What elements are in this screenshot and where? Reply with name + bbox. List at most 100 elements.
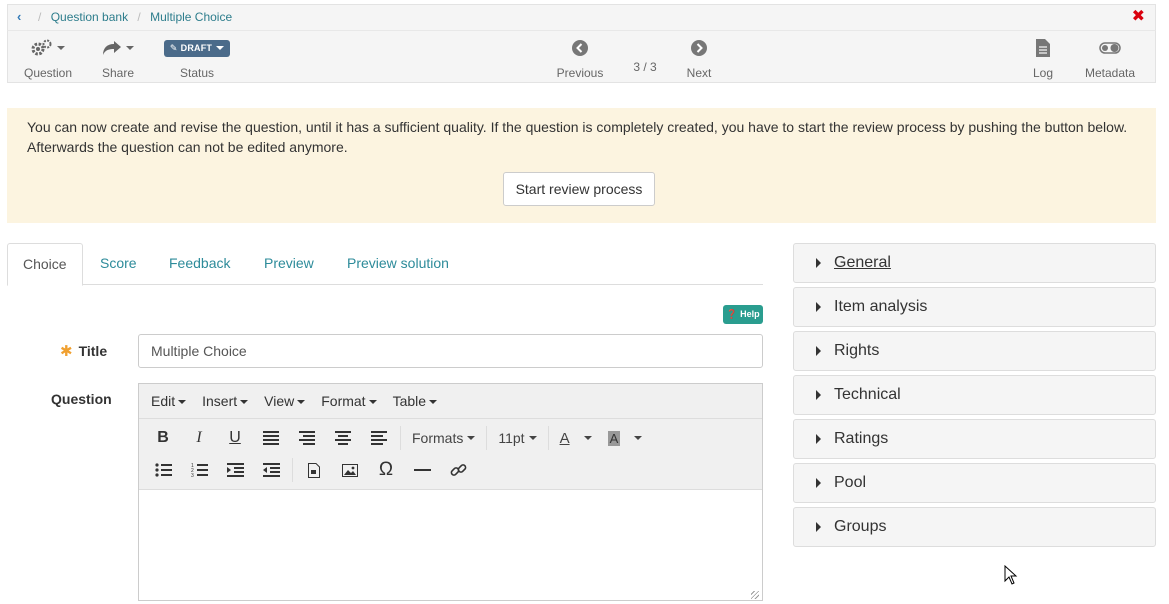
- status-badge-label: DRAFT: [180, 43, 213, 53]
- accordion-rights-label: Rights: [834, 342, 880, 359]
- question-tabs: Choice Score Feedback Preview Preview so…: [7, 243, 763, 286]
- log-label: Log: [1032, 66, 1054, 80]
- question-menu-button[interactable]: Question: [23, 37, 73, 80]
- pencil-icon: ✎: [169, 42, 178, 53]
- tab-score[interactable]: Score: [85, 243, 152, 285]
- outdent-icon[interactable]: [253, 456, 289, 484]
- indent-icon[interactable]: [217, 456, 253, 484]
- accordion-ratings-label: Ratings: [834, 430, 889, 447]
- underline-icon[interactable]: U: [217, 424, 253, 452]
- svg-text:3: 3: [191, 473, 194, 477]
- align-center-icon[interactable]: [325, 424, 361, 452]
- breadcrumb-question-bank-link[interactable]: Question bank: [51, 10, 128, 24]
- pager-text: 3 / 3: [633, 60, 657, 74]
- format-menu[interactable]: Format: [313, 393, 384, 409]
- table-menu-label: Table: [392, 393, 427, 409]
- tab-preview-solution[interactable]: Preview solution: [332, 243, 464, 285]
- log-button[interactable]: Log: [1028, 37, 1058, 80]
- align-right-icon[interactable]: [289, 424, 325, 452]
- help-label: Help: [740, 309, 760, 319]
- breadcrumb-separator: /: [38, 10, 42, 24]
- insert-image-icon[interactable]: [332, 456, 368, 484]
- start-review-button[interactable]: Start review process: [503, 172, 655, 206]
- accordion-general[interactable]: General: [793, 243, 1156, 283]
- toolbar-divider: [486, 426, 488, 450]
- view-menu-label: View: [264, 393, 295, 409]
- align-justify-icon[interactable]: [253, 424, 289, 452]
- edit-menu[interactable]: Edit: [143, 393, 194, 409]
- resize-handle-icon[interactable]: [751, 591, 759, 599]
- title-input[interactable]: [138, 334, 763, 368]
- next-circle-icon: [683, 37, 715, 59]
- back-chevron-icon[interactable]: ‹: [17, 9, 21, 24]
- background-color-icon: A: [607, 430, 621, 446]
- accordion-item-analysis[interactable]: Item analysis: [793, 287, 1156, 327]
- breadcrumb-separator: /: [137, 10, 141, 24]
- question-field-label: Question: [51, 391, 112, 407]
- numbered-list-icon[interactable]: 123: [181, 456, 217, 484]
- share-menu-button[interactable]: Share: [96, 37, 140, 80]
- previous-label: Previous: [556, 66, 604, 80]
- accordion-item-analysis-label: Item analysis: [834, 298, 928, 315]
- editor-toolbar-row-1: B I U Formats 11pt A A: [139, 422, 762, 454]
- horizontal-line-icon[interactable]: [404, 456, 440, 484]
- accordion-groups[interactable]: Groups: [793, 507, 1156, 547]
- document-icon: [1028, 37, 1058, 59]
- toolbar-divider: [400, 426, 401, 450]
- insert-menu[interactable]: Insert: [194, 393, 256, 409]
- question-circle-icon: ❓: [726, 309, 738, 319]
- question-toolbar: Question Share ✎ DRAFT Status Previous 3…: [7, 30, 1156, 83]
- metadata-label: Metadata: [1084, 66, 1136, 80]
- breadcrumb-multiple-choice-link[interactable]: Multiple Choice: [150, 10, 232, 24]
- background-color-button[interactable]: A: [600, 430, 651, 446]
- question-label: Question: [23, 66, 73, 80]
- text-color-icon: A: [559, 429, 570, 447]
- insert-media-icon[interactable]: [296, 456, 332, 484]
- insert-menu-label: Insert: [202, 393, 238, 409]
- accordion-general-label: General: [834, 254, 891, 271]
- breadcrumb: / Question bank / Multiple Choice: [38, 10, 232, 24]
- bold-icon[interactable]: B: [145, 424, 181, 452]
- mouse-cursor-icon: [1004, 565, 1018, 585]
- tab-preview[interactable]: Preview: [249, 243, 329, 285]
- previous-circle-icon: [554, 37, 606, 59]
- caret-right-icon: [816, 302, 821, 312]
- accordion-rights[interactable]: Rights: [793, 331, 1156, 371]
- align-left-icon[interactable]: [361, 424, 397, 452]
- font-size-dropdown[interactable]: 11pt: [490, 430, 544, 446]
- tab-choice[interactable]: Choice: [7, 243, 83, 286]
- formats-dropdown[interactable]: Formats: [404, 430, 483, 446]
- accordion-pool[interactable]: Pool: [793, 463, 1156, 503]
- toggle-icon: [1081, 37, 1139, 59]
- caret-right-icon: [816, 434, 821, 444]
- status-menu-button[interactable]: ✎ DRAFT Status: [161, 37, 233, 80]
- text-color-button[interactable]: A: [552, 430, 600, 447]
- special-character-icon[interactable]: Ω: [368, 456, 404, 484]
- accordion-technical[interactable]: Technical: [793, 375, 1156, 415]
- title-field-label: ✱ Title: [60, 342, 107, 360]
- accordion-ratings[interactable]: Ratings: [793, 419, 1156, 459]
- share-label: Share: [101, 66, 135, 80]
- bullet-list-icon[interactable]: [145, 456, 181, 484]
- help-button[interactable]: ❓ Help: [723, 305, 763, 324]
- view-menu[interactable]: View: [256, 393, 313, 409]
- caret-right-icon: [816, 390, 821, 400]
- close-icon[interactable]: ✖: [1132, 8, 1145, 26]
- editor-content-area[interactable]: [139, 490, 762, 602]
- next-button[interactable]: Next: [683, 37, 715, 80]
- status-badge[interactable]: ✎ DRAFT: [163, 39, 231, 57]
- accordion-groups-label: Groups: [834, 518, 887, 535]
- required-star-icon: ✱: [60, 343, 73, 360]
- review-notice: You can now create and revise the questi…: [7, 108, 1156, 223]
- metadata-toggle[interactable]: Metadata: [1081, 37, 1139, 80]
- italic-icon[interactable]: I: [181, 424, 217, 452]
- link-icon[interactable]: [440, 456, 476, 484]
- previous-button[interactable]: Previous: [554, 37, 606, 80]
- accordion-technical-label: Technical: [834, 386, 901, 403]
- toolbar-divider: [547, 426, 549, 450]
- status-label: Status: [179, 66, 215, 80]
- tab-feedback[interactable]: Feedback: [154, 243, 245, 285]
- table-menu[interactable]: Table: [385, 393, 445, 409]
- next-label: Next: [686, 66, 712, 80]
- breadcrumb-bar: ‹ / Question bank / Multiple Choice ✖: [7, 4, 1156, 30]
